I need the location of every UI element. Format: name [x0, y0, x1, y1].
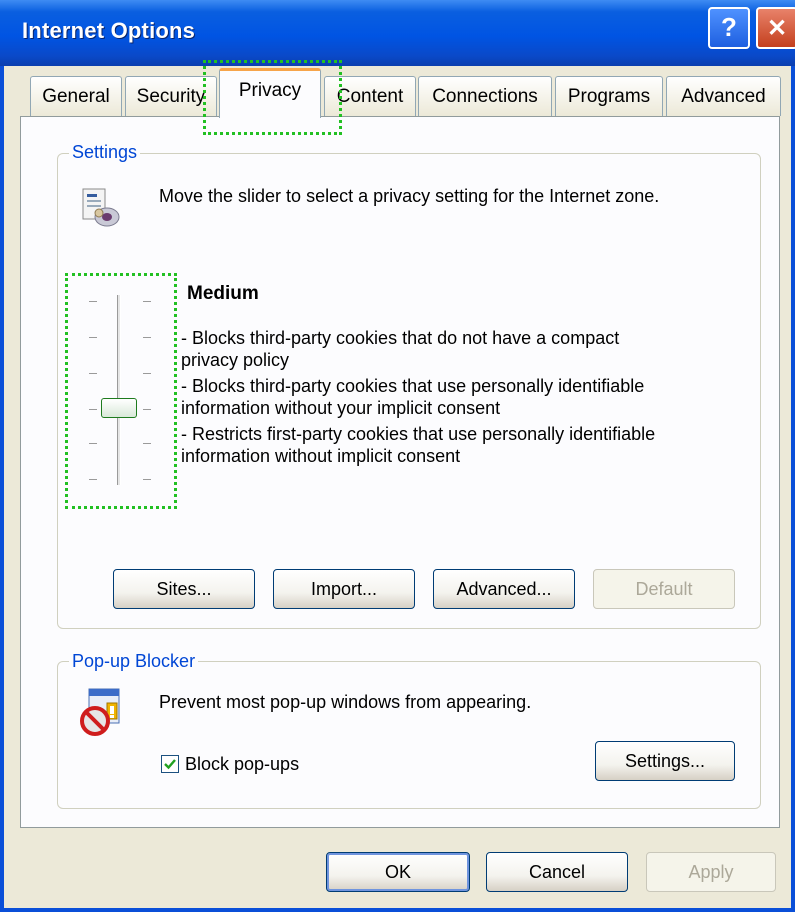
slider-thumb[interactable] — [101, 398, 137, 418]
close-button[interactable]: ✕ — [756, 7, 795, 49]
block-popups-label[interactable]: Block pop-ups — [185, 753, 299, 775]
tab-programs[interactable]: Programs — [555, 76, 663, 116]
settings-group-label: Settings — [69, 142, 141, 163]
tab-label: Security — [136, 86, 206, 107]
close-icon: ✕ — [766, 15, 788, 42]
tab-connections[interactable]: Connections — [418, 76, 552, 116]
ok-button[interactable]: OK — [326, 852, 470, 892]
popup-settings-button[interactable]: Settings... — [595, 741, 735, 781]
tab-label: General — [42, 86, 110, 107]
popup-blocker-group — [57, 661, 761, 809]
advanced-button[interactable]: Advanced... — [433, 569, 575, 609]
default-button[interactable]: Default — [593, 569, 735, 609]
tab-label: Content — [336, 86, 404, 107]
description-line: information without implicit consent — [181, 446, 461, 466]
privacy-icon — [77, 185, 123, 231]
slider-tick — [89, 409, 97, 410]
checkmark-icon — [164, 759, 176, 770]
slider-tick — [143, 373, 151, 374]
tab-label: Programs — [567, 86, 651, 107]
description-line: information without your implicit consen… — [181, 398, 501, 418]
tab-label: Connections — [432, 86, 538, 107]
popup-blocker-icon — [77, 685, 127, 741]
slider-tick — [89, 373, 97, 374]
tab-general[interactable]: General — [30, 76, 122, 116]
block-popups-checkbox[interactable] — [161, 755, 179, 773]
internet-options-dialog: Internet Options ? ✕ General Security Pr… — [0, 0, 795, 912]
slider-tick — [143, 443, 151, 444]
privacy-level: Medium — [187, 283, 259, 304]
popup-blocker-group-label: Pop-up Blocker — [69, 651, 199, 672]
help-button[interactable]: ? — [708, 7, 750, 49]
sites-button[interactable]: Sites... — [113, 569, 255, 609]
description-line: - Blocks third-party cookies that use pe… — [181, 376, 645, 396]
window-frame-right — [791, 66, 795, 912]
tab-label: Privacy — [238, 80, 302, 101]
apply-button[interactable]: Apply — [646, 852, 776, 892]
description-line: - Restricts first-party cookies that use… — [181, 424, 656, 444]
tab-privacy[interactable]: Privacy — [219, 68, 321, 118]
slider-tick — [143, 337, 151, 338]
slider-tick — [143, 301, 151, 302]
slider-track — [117, 295, 121, 485]
tab-content[interactable]: Content — [324, 76, 416, 116]
slider-tick — [143, 409, 151, 410]
popup-description: Prevent most pop-up windows from appeari… — [159, 692, 532, 712]
window-frame-bottom — [0, 908, 795, 912]
cancel-button[interactable]: Cancel — [486, 852, 628, 892]
window-title: Internet Options — [22, 18, 196, 43]
tab-label: Advanced — [681, 86, 766, 107]
description-line: - Blocks third-party cookies that do not… — [181, 328, 620, 348]
description-line: privacy policy — [181, 350, 290, 370]
slider-tick — [89, 301, 97, 302]
title-bar[interactable]: Internet Options ? ✕ — [0, 0, 795, 66]
privacy-panel: Settings Move the slider to select a pri… — [20, 116, 780, 828]
slider-tick — [143, 479, 151, 480]
tab-advanced[interactable]: Advanced — [666, 76, 781, 116]
slider-tick — [89, 479, 97, 480]
import-button[interactable]: Import... — [273, 569, 415, 609]
window-frame-left — [0, 66, 4, 912]
slider-tick — [89, 443, 97, 444]
slider-tick — [89, 337, 97, 338]
help-icon: ? — [721, 12, 737, 42]
tab-security[interactable]: Security — [125, 76, 217, 116]
settings-intro: Move the slider to select a privacy sett… — [159, 186, 660, 206]
